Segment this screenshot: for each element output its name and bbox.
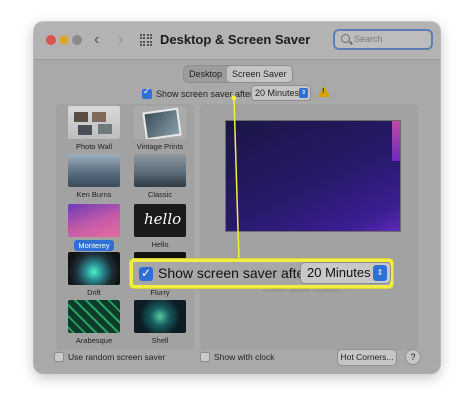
idle-time-value: 20 Minutes [255,88,300,98]
show-all-grid-icon[interactable] [140,34,152,46]
saver-label: Shell [151,336,169,345]
window-title: Desktop & Screen Saver [160,32,311,47]
callout-label: Show screen saver after [158,265,309,281]
forward-arrow-icon[interactable]: › [118,30,123,50]
callout-checkbox[interactable] [139,266,153,281]
show-clock-label: Show with clock [214,352,275,362]
hello-thumbnail: hello [134,204,186,237]
saver-tile-drift[interactable]: Drift [64,252,124,297]
tab-control: Desktop Screen Saver [184,66,292,82]
saver-label: Drift [87,288,101,297]
show-clock-checkbox[interactable] [200,352,210,362]
random-screen-saver-label: Use random screen saver [68,352,166,362]
show-screen-saver-checkbox[interactable] [142,87,152,99]
title-bar: ‹ › Desktop & Screen Saver Search [34,22,440,60]
drift-thumbnail [68,252,120,285]
saver-label: Flurry [150,288,170,297]
saver-tile-monterey[interactable]: Monterey [64,204,124,251]
screen-saver-after-row: Show screen saver after [142,87,253,101]
saver-tile-photo-wall[interactable]: Photo Wall [64,106,124,151]
random-screen-saver-checkbox[interactable] [54,352,64,362]
shell-thumbnail [134,300,186,333]
search-placeholder: Search [354,34,383,44]
saver-label: Classic [147,190,173,199]
bottom-bar: Use random screen saver Show with clock … [54,349,428,367]
saver-tile-shell[interactable]: Shell [130,300,190,345]
stepper-chevrons-icon: ⇕ [299,88,308,98]
arabesque-thumbnail [68,300,120,333]
show-clock-option[interactable]: Show with clock [200,352,274,362]
vintage-prints-thumbnail [134,106,186,139]
saver-label: Arabesque [75,336,113,345]
screen-saver-preview[interactable] [225,120,401,232]
saver-label: Ken Burns [76,190,112,199]
preferences-window: ‹ › Desktop & Screen Saver Search Deskto… [34,22,440,373]
minimize-window-button[interactable] [59,35,69,45]
zoom-window-button[interactable] [72,35,82,45]
photo-wall-thumbnail [68,106,120,139]
monterey-thumbnail [68,204,120,237]
screen-saver-list: Photo Wall Vintage Prints Ken Burns Clas… [56,104,194,350]
back-arrow-icon[interactable]: ‹ [94,30,99,50]
idle-time-select[interactable]: 20 Minutes ⇕ [252,86,310,100]
show-screen-saver-label: Show screen saver after [156,89,254,99]
saver-label: Photo Wall [76,142,112,151]
zoom-callout: Show screen saver after 20 Minutes ⇕ [130,259,393,288]
saver-tile-arabesque[interactable]: Arabesque [64,300,124,345]
warning-triangle-icon[interactable]: ! [318,86,330,97]
help-button[interactable]: ? [406,350,420,364]
saver-tile-classic[interactable]: Classic [130,154,190,199]
saver-label: Hello [151,240,169,249]
saver-tile-ken-burns[interactable]: Ken Burns [64,154,124,199]
saver-label: Vintage Prints [136,142,184,151]
callout-time-select[interactable]: 20 Minutes ⇕ [301,263,390,283]
random-screen-saver-option[interactable]: Use random screen saver [54,352,165,362]
saver-tile-vintage-prints[interactable]: Vintage Prints [130,106,190,151]
tab-desktop[interactable]: Desktop [184,66,227,82]
saver-label-selected: Monterey [74,240,114,251]
tab-screen-saver[interactable]: Screen Saver [227,66,292,82]
search-field[interactable]: Search [333,29,433,50]
callout-time-value: 20 Minutes [307,265,371,280]
search-icon [341,34,350,43]
close-window-button[interactable] [46,35,56,45]
ken-burns-thumbnail [68,154,120,187]
saver-tile-hello[interactable]: hello Hello [130,204,190,249]
callout-stepper-icon: ⇕ [373,265,387,281]
hot-corners-button[interactable]: Hot Corners... [338,350,396,365]
classic-thumbnail [134,154,186,187]
